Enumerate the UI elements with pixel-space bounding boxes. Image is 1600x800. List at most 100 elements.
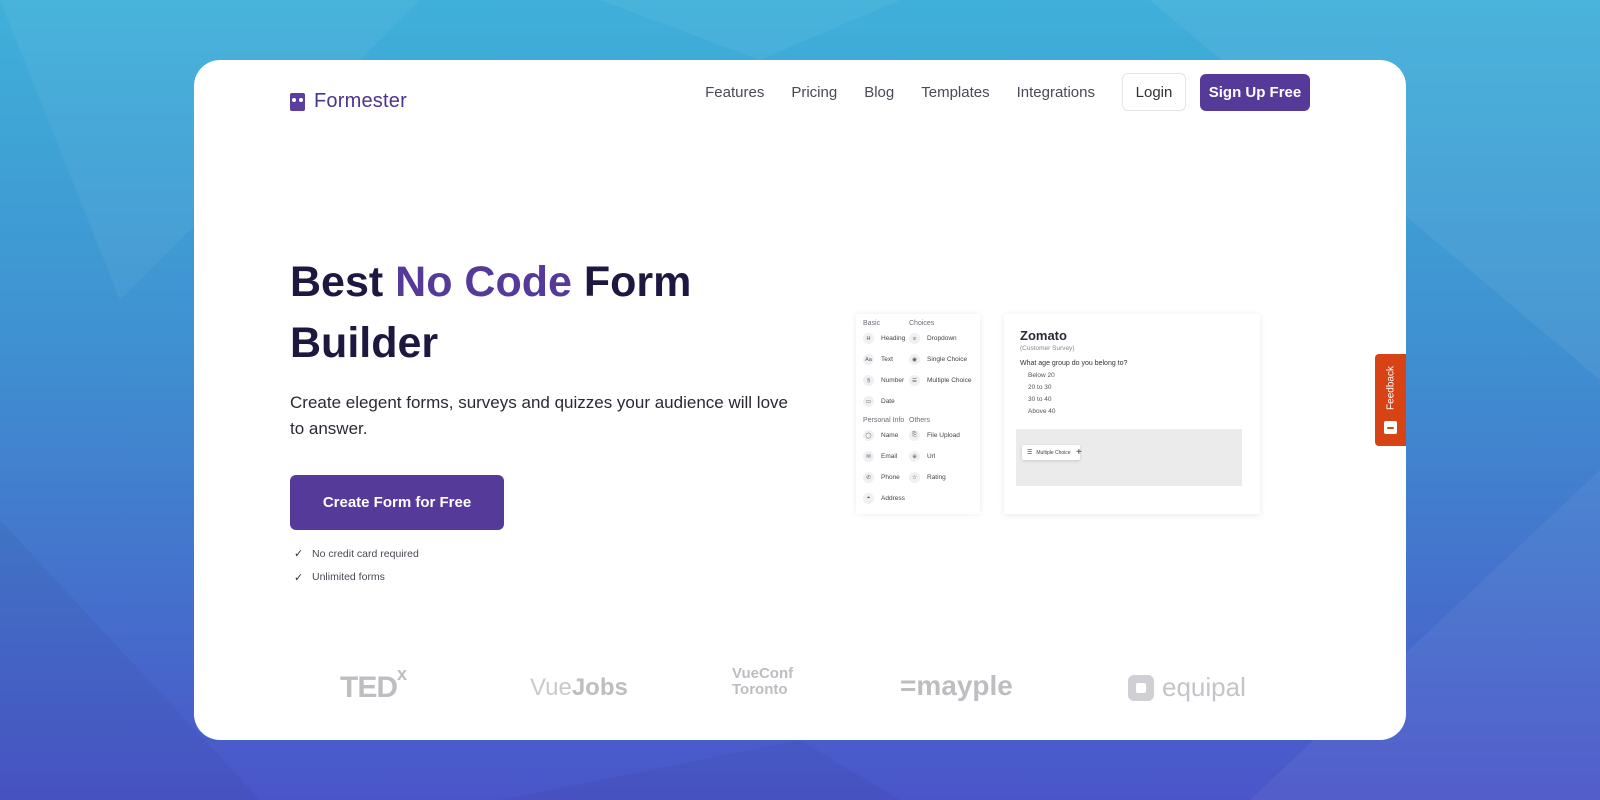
checkmark-icon: ✓: [294, 571, 304, 584]
field-rating[interactable]: ☆ Rating: [909, 472, 946, 483]
feature-checklist: ✓ No credit card required ✓ Unlimited fo…: [294, 542, 419, 589]
brand-name: Formester: [314, 90, 407, 112]
mail-icon: ✉: [863, 451, 874, 462]
radio-icon: ◉: [909, 354, 920, 365]
globe-icon: ⊕: [909, 451, 920, 462]
tedx-logo: TEDx: [340, 664, 407, 705]
checklist-item: ✓ No credit card required: [294, 542, 419, 566]
field-label: Name: [881, 432, 899, 439]
checklist-label: No credit card required: [312, 547, 419, 560]
field-label: Text: [881, 356, 893, 363]
number-icon: §: [863, 375, 874, 386]
vuejobs-logo-a: Vue: [530, 674, 572, 701]
customer-logos: TEDx VueJobs VueConf Toronto =mayple equi…: [194, 664, 1406, 714]
paperclip-icon: ⎘: [909, 430, 920, 441]
nav-link-templates[interactable]: Templates: [921, 84, 989, 101]
create-form-button[interactable]: Create Form for Free: [290, 475, 504, 530]
tedx-logo-sup: x: [397, 664, 407, 684]
field-label: Multiple Choice: [927, 377, 972, 384]
equipal-icon: [1128, 674, 1154, 701]
tedx-logo-text: TED: [340, 671, 398, 704]
field-file-upload[interactable]: ⎘ File Upload: [909, 430, 960, 441]
formester-logo-icon: [290, 92, 305, 111]
field-label: Rating: [927, 474, 946, 481]
star-icon: ☆: [909, 472, 920, 483]
field-name[interactable]: ◯ Name: [863, 430, 898, 441]
hero-title-accent: No Code: [395, 258, 572, 306]
equipal-logo-text: equipal: [1162, 672, 1246, 702]
checkmark-icon: ✓: [294, 548, 304, 561]
hero-subtitle: Create elegent forms, surveys and quizze…: [290, 393, 788, 438]
dragged-field-chip[interactable]: ☰ Multiple Choice: [1022, 445, 1080, 460]
palette-header-basic: Basic: [863, 320, 881, 327]
vuejobs-logo-b: Jobs: [571, 674, 628, 701]
survey-option[interactable]: 30 to 40: [1028, 396, 1052, 403]
field-heading[interactable]: H Heading: [863, 333, 905, 344]
nav-link-blog[interactable]: Blog: [864, 84, 894, 101]
field-label: File Upload: [927, 432, 960, 439]
field-label: Phone: [881, 474, 900, 481]
list-icon: ☰: [1027, 450, 1033, 456]
field-phone[interactable]: ✆ Phone: [863, 472, 900, 483]
field-address[interactable]: ⌖ Address: [863, 493, 905, 504]
field-label: Number: [881, 377, 905, 384]
main-card: Formester Features Pricing Blog Template…: [194, 60, 1406, 740]
checklist-label: Unlimited forms: [312, 571, 385, 584]
login-button[interactable]: Login: [1122, 73, 1186, 111]
text-icon: Aa: [863, 354, 874, 365]
field-number[interactable]: § Number: [863, 375, 904, 386]
field-label: Heading: [881, 335, 906, 342]
survey-preview: Zomato (Customer Survey) What age group …: [1004, 314, 1260, 514]
survey-question: What age group do you belong to?: [1020, 360, 1128, 367]
field-dropdown[interactable]: ≡ Dropdown: [909, 333, 957, 344]
palette-header-personal: Personal Info: [863, 417, 905, 424]
feedback-tab[interactable]: Feedback: [1375, 354, 1406, 446]
vuejobs-logo: VueJobs: [530, 674, 628, 702]
vueconf-logo-line2: Toronto: [732, 681, 788, 698]
survey-subtitle: (Customer Survey): [1020, 345, 1075, 352]
drop-zone[interactable]: ☰ Multiple Choice +: [1016, 429, 1242, 486]
checklist-item: ✓ Unlimited forms: [294, 566, 419, 590]
hero-title-part1: Best: [290, 258, 396, 306]
equipal-logo: equipal: [1128, 672, 1246, 703]
palette-header-others: Others: [909, 417, 931, 424]
field-multiple-choice[interactable]: ☰ Multiple Choice: [909, 375, 971, 386]
field-email[interactable]: ✉ Email: [863, 451, 897, 462]
field-text[interactable]: Aa Text: [863, 354, 893, 365]
user-icon: ◯: [863, 430, 874, 441]
field-label: Single Choice: [927, 356, 968, 363]
palette-header-choices: Choices: [909, 320, 935, 327]
field-label: Address: [881, 495, 905, 502]
location-icon: ⌖: [863, 493, 874, 504]
field-single-choice[interactable]: ◉ Single Choice: [909, 354, 967, 365]
vueconf-logo: VueConf Toronto: [732, 666, 793, 698]
signup-button[interactable]: Sign Up Free: [1200, 73, 1310, 111]
feedback-label: Feedback: [1385, 366, 1396, 410]
phone-icon: ✆: [863, 472, 874, 483]
nav-link-features[interactable]: Features: [705, 84, 764, 101]
survey-title: Zomato: [1020, 328, 1067, 343]
field-label: Date: [881, 398, 895, 405]
nav-link-pricing[interactable]: Pricing: [791, 84, 837, 101]
survey-option[interactable]: Below 20: [1028, 372, 1055, 379]
field-url[interactable]: ⊕ Url: [909, 451, 935, 462]
feedback-icon: [1384, 421, 1397, 434]
top-nav: Features Pricing Blog Templates Integrat…: [705, 73, 1310, 111]
dropdown-icon: ≡: [909, 333, 920, 344]
list-icon: ☰: [909, 375, 920, 386]
survey-option[interactable]: Above 40: [1028, 408, 1055, 415]
field-palette: Basic Choices H Heading Aa Text § Number ▭ D…: [856, 314, 980, 514]
drag-chip-label: Multiple Choice: [1036, 449, 1071, 456]
heading-icon: H: [863, 333, 874, 344]
brand-logo[interactable]: Formester: [290, 90, 407, 113]
move-cursor-icon: +: [1076, 447, 1082, 458]
field-label: Dropdown: [927, 335, 957, 342]
mayple-logo: =mayple: [900, 670, 1013, 701]
calendar-icon: ▭: [863, 396, 874, 407]
field-date[interactable]: ▭ Date: [863, 396, 895, 407]
survey-option[interactable]: 20 to 30: [1028, 384, 1052, 391]
nav-link-integrations[interactable]: Integrations: [1017, 84, 1095, 101]
vueconf-logo-line1: VueConf: [732, 665, 794, 682]
hero-title: Best No Code Form Builder: [290, 252, 770, 374]
field-label: Url: [927, 453, 936, 460]
